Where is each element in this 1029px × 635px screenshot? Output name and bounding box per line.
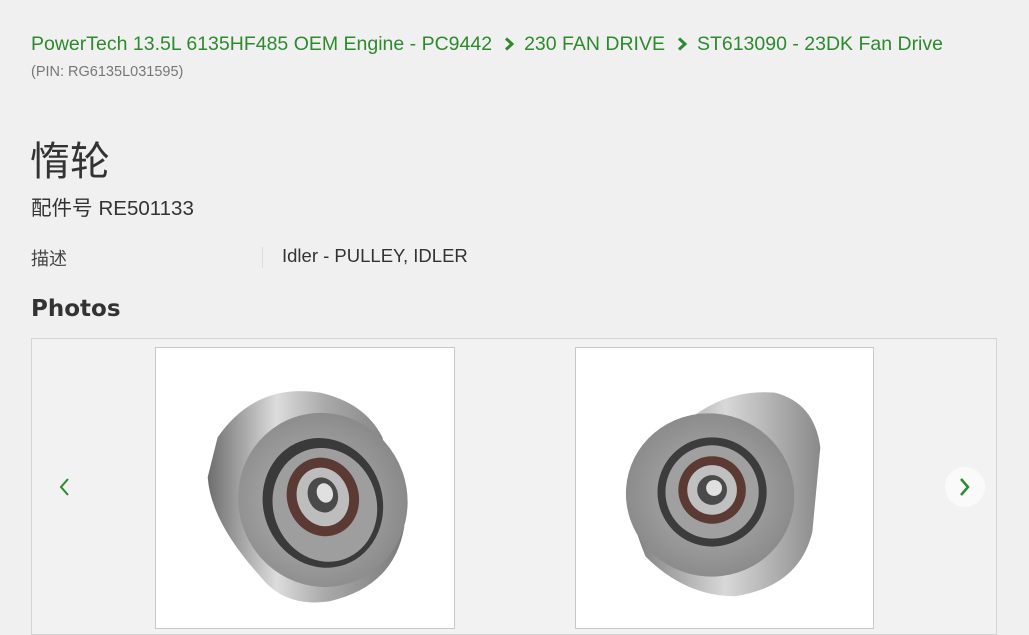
breadcrumb: PowerTech 13.5L 6135HF485 OEM Engine - P… <box>31 31 1021 57</box>
idler-pulley-image <box>625 392 821 597</box>
page-title: 惰轮 <box>30 140 110 184</box>
chevron-right-icon <box>677 37 688 51</box>
description-label: 描述 <box>31 249 67 269</box>
chevron-right-icon <box>960 478 970 496</box>
part-number: RE501133 <box>98 197 194 220</box>
idler-pulley-image <box>207 391 408 603</box>
chevron-left-icon <box>59 478 69 496</box>
carousel-prev-button[interactable] <box>44 467 84 507</box>
description-divider <box>262 247 263 268</box>
carousel-next-button[interactable] <box>945 467 985 507</box>
photo-thumbnail[interactable] <box>575 347 874 629</box>
chevron-right-icon <box>505 37 515 51</box>
part-number-line: 配件号 RE501133 <box>31 191 194 221</box>
part-number-label: 配件号 <box>31 197 93 220</box>
photo-thumbnail[interactable] <box>155 347 455 629</box>
description-value: Idler - PULLEY, IDLER <box>282 245 468 266</box>
breadcrumb-item-engine[interactable]: PowerTech 13.5L 6135HF485 OEM Engine - P… <box>31 33 492 55</box>
breadcrumb-item-fan-drive-group[interactable]: 230 FAN DRIVE <box>524 33 665 55</box>
breadcrumb-item-fan-drive[interactable]: ST613090 - 23DK Fan Drive <box>697 33 943 55</box>
photos-heading: Photos <box>31 296 121 322</box>
pin-number: (PIN: RG6135L031595) <box>31 64 184 80</box>
photo-carousel <box>31 338 997 635</box>
